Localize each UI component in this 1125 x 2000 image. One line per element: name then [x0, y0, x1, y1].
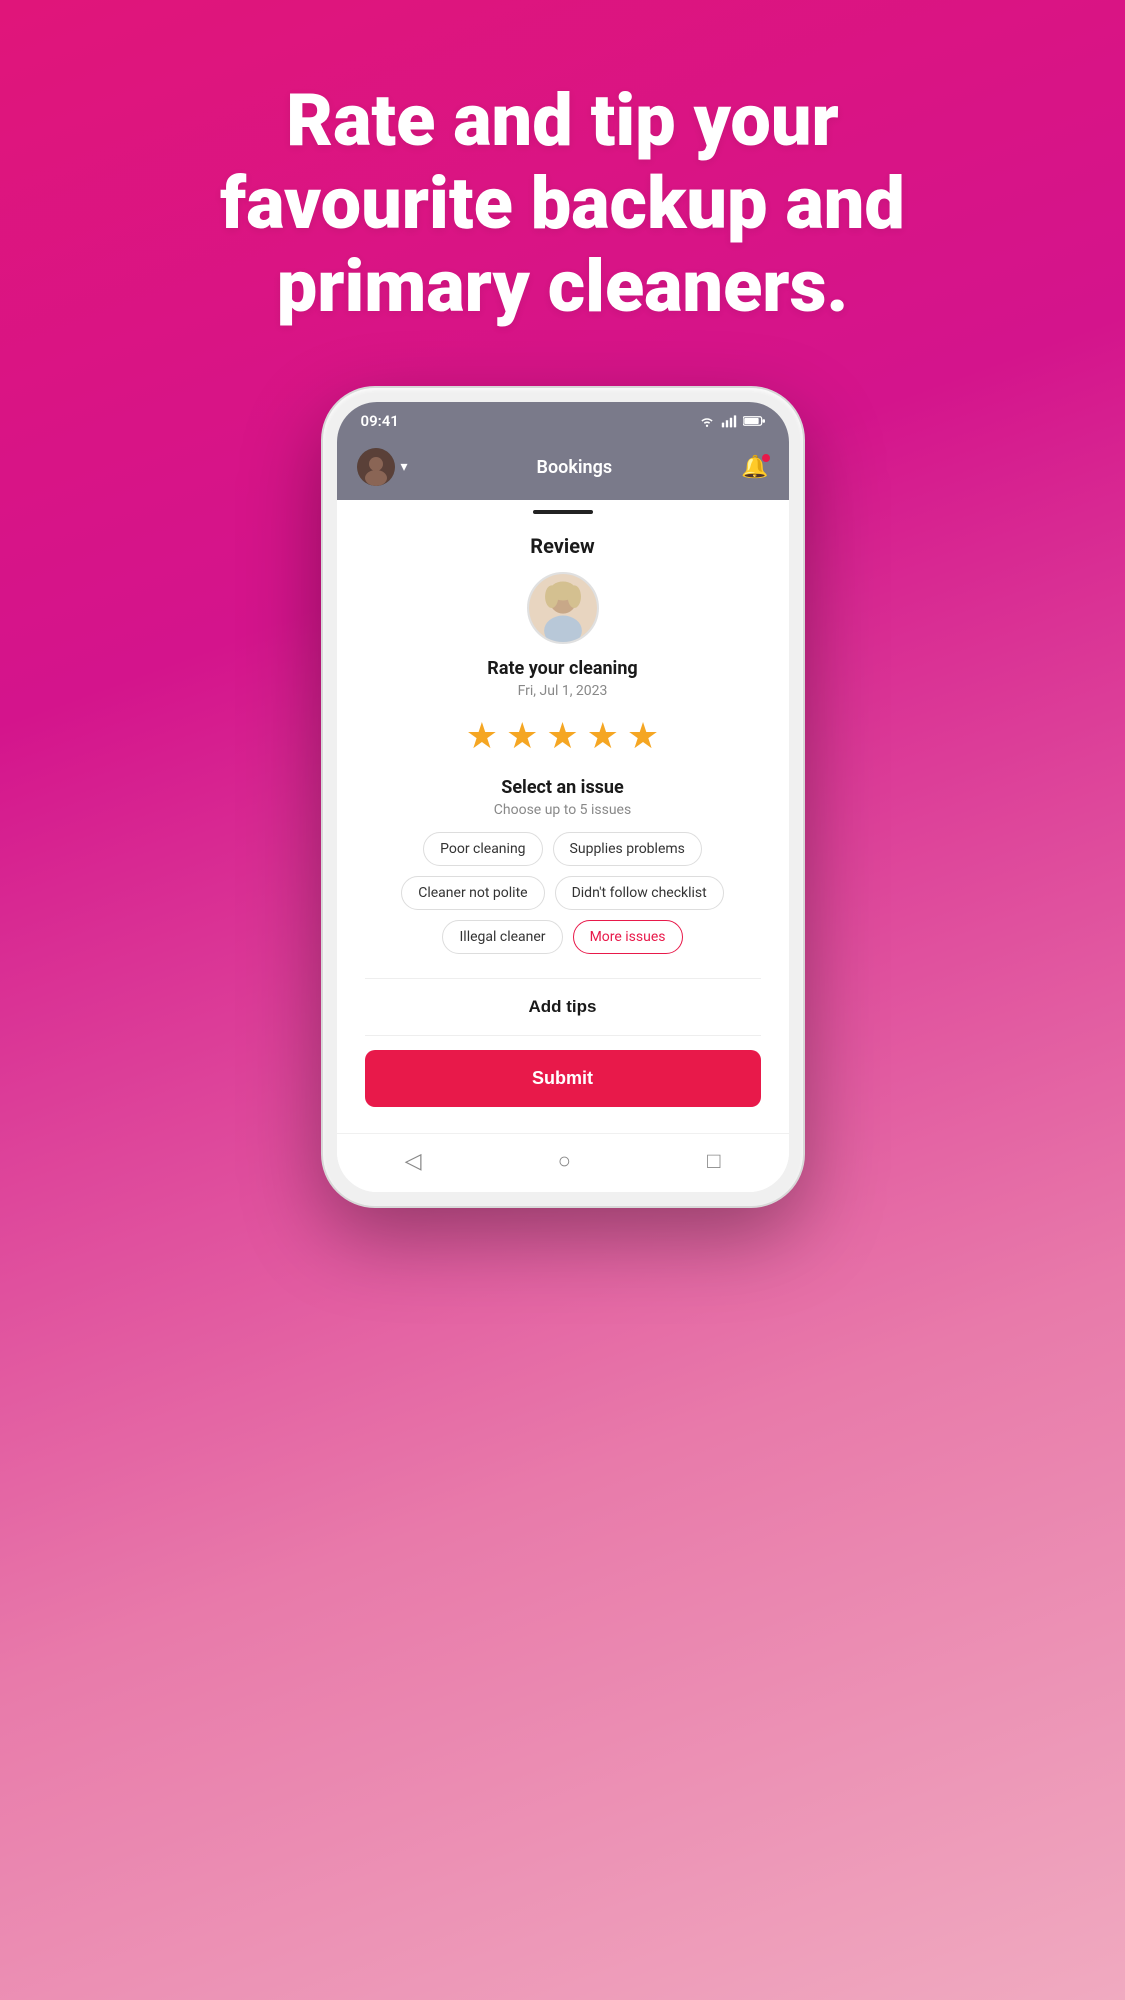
- star-2[interactable]: ★: [506, 715, 538, 757]
- phone-mockup: 09:41: [323, 388, 803, 1206]
- notification-dot: [761, 453, 771, 463]
- scroll-handle: [533, 510, 593, 514]
- main-content: Review Rate your cleaning Fri, Jul 1, 20…: [337, 520, 789, 1133]
- rate-label: Rate your cleaning: [487, 658, 637, 679]
- wifi-icon: [699, 414, 715, 428]
- submit-button[interactable]: Submit: [365, 1050, 761, 1107]
- phone-screen: 09:41: [337, 402, 789, 1192]
- issues-grid: Poor cleaning Supplies problems Cleaner …: [365, 832, 761, 954]
- header-title: Bookings: [537, 457, 613, 478]
- nav-bar: ◁ ○ □: [337, 1133, 789, 1192]
- issue-chip-poor-cleaning[interactable]: Poor cleaning: [423, 832, 542, 866]
- status-bar: 09:41: [337, 402, 789, 438]
- select-issue-subtitle: Choose up to 5 issues: [494, 802, 631, 818]
- star-1[interactable]: ★: [466, 715, 498, 757]
- issue-chip-illegal-cleaner[interactable]: Illegal cleaner: [442, 920, 562, 954]
- user-avatar[interactable]: [357, 448, 395, 486]
- signal-icon: [721, 414, 737, 428]
- headline: Rate and tip your favourite backup and p…: [140, 0, 985, 388]
- cleaner-avatar: [527, 572, 599, 644]
- back-nav-icon[interactable]: ◁: [405, 1149, 422, 1174]
- star-4[interactable]: ★: [587, 715, 619, 757]
- star-5[interactable]: ★: [627, 715, 659, 757]
- status-time: 09:41: [361, 412, 399, 430]
- rate-date: Fri, Jul 1, 2023: [518, 683, 608, 699]
- review-title: Review: [530, 534, 594, 558]
- star-3[interactable]: ★: [546, 715, 578, 757]
- star-rating[interactable]: ★ ★ ★ ★ ★: [466, 715, 659, 757]
- header-left: ▾: [357, 448, 408, 486]
- cleaner-avatar-svg: [529, 572, 597, 644]
- status-icons: [699, 414, 765, 428]
- issue-chip-more-issues[interactable]: More issues: [573, 920, 683, 954]
- issue-chip-didnt-follow-checklist[interactable]: Didn't follow checklist: [555, 876, 724, 910]
- battery-icon: [743, 414, 765, 428]
- app-header: ▾ Bookings 🔔: [337, 438, 789, 500]
- chevron-down-icon[interactable]: ▾: [401, 459, 408, 475]
- recents-nav-icon[interactable]: □: [707, 1148, 720, 1174]
- issue-chip-supplies-problems[interactable]: Supplies problems: [553, 832, 702, 866]
- home-nav-icon[interactable]: ○: [558, 1148, 571, 1174]
- select-issue-title: Select an issue: [501, 777, 623, 798]
- add-tips-button[interactable]: Add tips: [365, 979, 761, 1036]
- notification-bell-button[interactable]: 🔔: [741, 455, 768, 480]
- issue-chip-cleaner-not-polite[interactable]: Cleaner not polite: [401, 876, 544, 910]
